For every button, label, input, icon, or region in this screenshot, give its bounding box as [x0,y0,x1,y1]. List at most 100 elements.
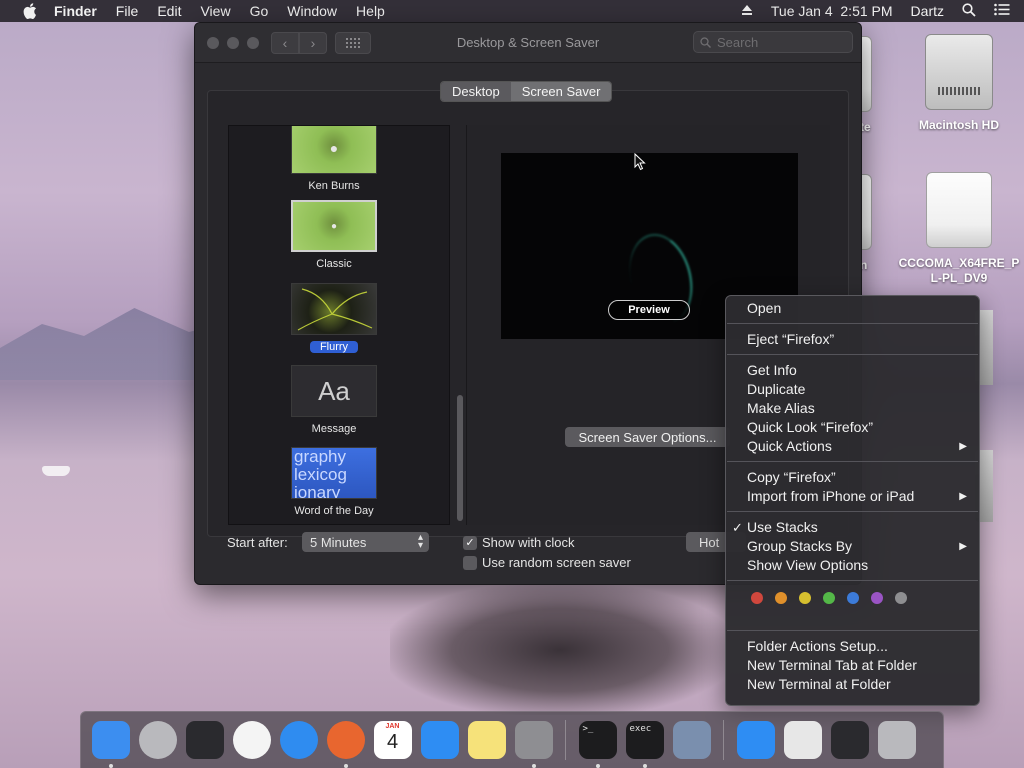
safari-icon[interactable] [279,721,318,759]
menu-user[interactable]: Dartz [911,3,944,19]
running-indicator [108,764,113,768]
menu-item-label: Open [747,300,782,316]
menu-go[interactable]: Go [250,3,269,19]
dock-icon-text: exec [629,724,652,734]
tag-purple-dot[interactable] [871,592,883,604]
tab-screen-saver[interactable]: Screen Saver [510,82,612,101]
screensaver-list[interactable]: ● Ken Burns ● Classic Flurry Aa Message … [228,125,450,525]
eject-icon[interactable] [741,3,753,19]
tab-desktop[interactable]: Desktop [441,82,511,101]
menu-item-new-terminal-tab[interactable]: New Terminal Tab at Folder [726,656,979,675]
firefox-icon[interactable] [326,721,365,768]
screensaver-item-flurry[interactable]: Flurry [229,283,439,353]
menu-item-group-stacks-by[interactable]: Group Stacks By ▶ [726,537,979,556]
screensaver-item-message[interactable]: Aa Message [229,365,439,435]
menu-item-use-stacks[interactable]: ✓ Use Stacks [726,518,979,537]
search-icon [700,36,711,48]
menu-item-label: Quick Look “Firefox” [747,419,874,435]
scroll-thumb[interactable] [457,395,463,521]
photo-browser-icon[interactable] [185,721,224,759]
checkmark-icon: ✓ [463,535,477,550]
menu-item-quick-look[interactable]: Quick Look “Firefox” [726,418,979,437]
menu-spacer [726,609,979,625]
mail-stamp-icon[interactable] [672,721,711,759]
tag-color-row [726,587,979,609]
screensaver-item-ken-burns[interactable]: ● Ken Burns [229,126,439,192]
menu-item-label: Show View Options [747,557,869,573]
search-input[interactable]: Search [693,31,853,53]
classic-thumbnail: ● [291,200,377,252]
dock-icon-text: >_ [582,724,594,734]
menu-separator [727,354,978,355]
random-screensaver-checkbox[interactable]: Use random screen saver [463,555,631,570]
menu-window[interactable]: Window [287,3,337,19]
desktop-icon-macintosh-hd[interactable]: Macintosh HD [906,34,1012,132]
submenu-arrow-icon: ▶ [959,541,967,552]
system-preferences-icon[interactable] [514,721,553,768]
spotlight-search-icon[interactable] [962,2,976,20]
start-after-value: 5 Minutes [310,534,367,550]
menu-item-eject[interactable]: Eject “Firefox” [726,330,979,349]
bee-icon: ● [329,140,339,156]
menu-item-duplicate[interactable]: Duplicate [726,380,979,399]
menu-view[interactable]: View [200,3,230,19]
menu-item-copy[interactable]: Copy “Firefox” [726,468,979,487]
menu-item-import-from-iphone[interactable]: Import from iPhone or iPad ▶ [726,487,979,506]
screensaver-item-word-of-the-day[interactable]: graphy lexicog ionary Word of the Day [229,447,439,517]
random-screensaver-label: Use random screen saver [482,555,631,570]
menu-item-get-info[interactable]: Get Info [726,361,979,380]
document-stack-icon[interactable] [783,721,822,759]
menu-item-quick-actions[interactable]: Quick Actions ▶ [726,437,979,456]
finder-icon[interactable] [91,721,130,768]
tag-red-dot[interactable] [751,592,763,604]
chrome-icon[interactable] [232,721,271,759]
firefox-stack-icon[interactable] [830,721,869,759]
desktop-icon-label: Macintosh HD [918,118,999,132]
exec-icon[interactable]: exec [625,721,664,768]
tab-bar: Desktop Screen Saver [440,81,613,102]
menu-help[interactable]: Help [356,3,385,19]
app-store-icon[interactable] [420,721,459,759]
preview-button[interactable]: Preview [608,300,690,320]
launchpad-icon[interactable] [138,721,177,759]
notification-center-icon[interactable] [994,3,1010,19]
menu-file[interactable]: File [116,3,139,19]
screensaver-item-classic[interactable]: ● Classic [229,200,439,270]
bee-icon: ● [330,220,338,232]
screensaver-label-selected: Flurry [309,341,359,353]
show-with-clock-checkbox[interactable]: ✓ Show with clock [463,535,574,550]
app-store-folder-icon[interactable] [736,721,775,759]
message-thumbnail: Aa [291,365,377,417]
menu-item-make-alias[interactable]: Make Alias [726,399,979,418]
desktop-reflection [390,585,730,715]
desktop-icon-cccoma[interactable]: CCCOMA_X64FRE_PL-PL_DV9 [898,172,1020,286]
menu-edit[interactable]: Edit [157,3,181,19]
menu-item-folder-actions[interactable]: Folder Actions Setup... [726,637,979,656]
search-placeholder: Search [717,34,759,50]
list-scrollbar[interactable] [454,125,466,525]
trash-icon[interactable] [877,721,916,759]
screensaver-label: Word of the Day [294,505,374,517]
screen-saver-options-button[interactable]: Screen Saver Options... [565,427,730,447]
menu-item-open[interactable]: Open [726,299,979,318]
dock-separator [565,720,566,760]
tag-green-dot[interactable] [823,592,835,604]
apple-menu-icon[interactable] [20,3,40,19]
menu-item-show-view-options[interactable]: Show View Options [726,556,979,575]
ken-burns-thumbnail: ● [291,126,377,174]
tag-gray-dot[interactable] [895,592,907,604]
calendar-icon[interactable]: JAN 4 [373,721,412,759]
menu-clock[interactable]: Tue Jan 4 2:51 PM [771,3,893,19]
start-after-select[interactable]: 5 Minutes ▴ ▾ [302,532,429,552]
tag-blue-dot[interactable] [847,592,859,604]
tag-orange-dot[interactable] [775,592,787,604]
menu-item-label: New Terminal Tab at Folder [747,657,917,673]
running-indicator [595,764,600,768]
menu-item-new-terminal[interactable]: New Terminal at Folder [726,675,979,694]
notes-icon[interactable] [467,721,506,759]
tag-yellow-dot[interactable] [799,592,811,604]
desktop-boat [42,466,70,476]
terminal-icon[interactable]: >_ [578,721,617,768]
menu-item-label: Make Alias [747,400,815,416]
menu-app-name[interactable]: Finder [54,3,97,19]
